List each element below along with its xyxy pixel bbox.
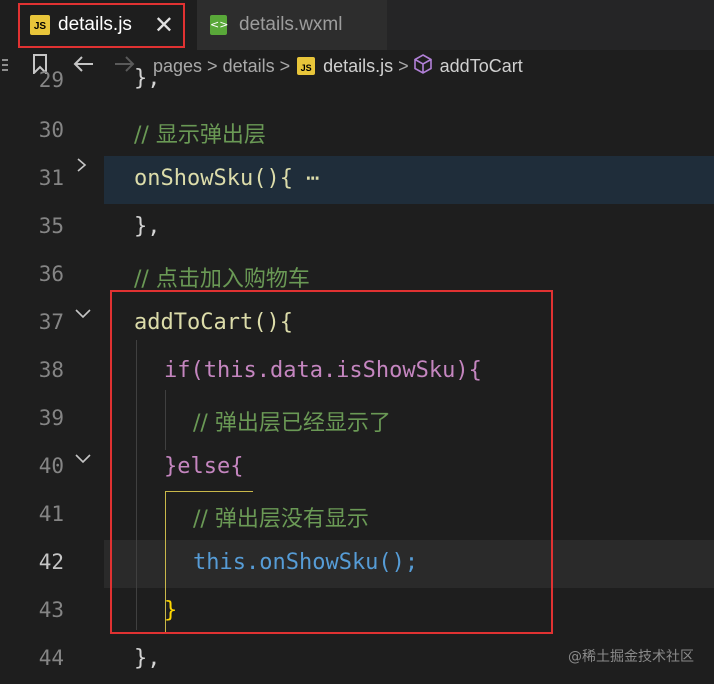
- back-arrow-icon[interactable]: [72, 55, 94, 78]
- tab-highlight-box: [18, 3, 185, 48]
- breadcrumb-item-details[interactable]: details: [223, 56, 275, 77]
- breadcrumb-separator: >: [398, 55, 409, 76]
- breadcrumb-separator: >: [279, 55, 291, 76]
- code-line: },: [134, 66, 161, 91]
- code-line-folded[interactable]: onShowSku(){ ⋯: [134, 166, 319, 191]
- line-number: 30: [38, 118, 64, 142]
- breadcrumb-item-symbol[interactable]: addToCart: [440, 56, 523, 77]
- code-token: onShowSku(){ ⋯: [134, 166, 320, 191]
- code-token: },: [134, 66, 161, 91]
- code-token: },: [134, 646, 161, 671]
- tab-details-wxml[interactable]: <> details.wxml: [196, 0, 387, 50]
- wxml-file-icon: <>: [210, 15, 228, 35]
- chevron-down-icon[interactable]: [75, 448, 91, 469]
- line-number: 42: [38, 550, 64, 574]
- line-number: 37: [38, 310, 64, 334]
- line-number: 31: [38, 166, 64, 190]
- line-number: 29: [38, 68, 64, 92]
- line-number: 36: [38, 262, 64, 286]
- code-highlight-box: [110, 290, 553, 634]
- line-number: 38: [38, 358, 64, 382]
- breadcrumb-separator: >: [207, 55, 218, 76]
- chevron-down-icon[interactable]: [75, 303, 91, 324]
- code-comment: // 显示弹出层: [134, 123, 266, 148]
- editor-tab-bar: JS details.js ✕ <> details.wxml: [0, 0, 714, 50]
- breadcrumb: pages > details > JS details.js > addToC…: [0, 50, 714, 82]
- code-line: },: [134, 214, 161, 239]
- forward-arrow-icon[interactable]: [114, 55, 136, 78]
- line-number: 43: [38, 598, 64, 622]
- chevron-right-icon[interactable]: [75, 156, 87, 177]
- watermark: @稀土掘金技术社区: [568, 649, 694, 665]
- line-number: 44: [38, 646, 64, 670]
- code-line: },: [134, 646, 161, 671]
- code-comment: // 点击加入购物车: [134, 267, 310, 292]
- line-number: 39: [38, 406, 64, 430]
- method-cube-icon: [413, 53, 432, 79]
- line-number: 35: [38, 214, 64, 238]
- line-number: 41: [38, 502, 64, 526]
- breadcrumb-item-file[interactable]: details.js: [323, 56, 393, 77]
- code-token: },: [134, 214, 161, 239]
- line-number: 40: [38, 454, 64, 478]
- tab-label: details.wxml: [239, 14, 343, 35]
- js-file-icon: JS: [297, 57, 316, 75]
